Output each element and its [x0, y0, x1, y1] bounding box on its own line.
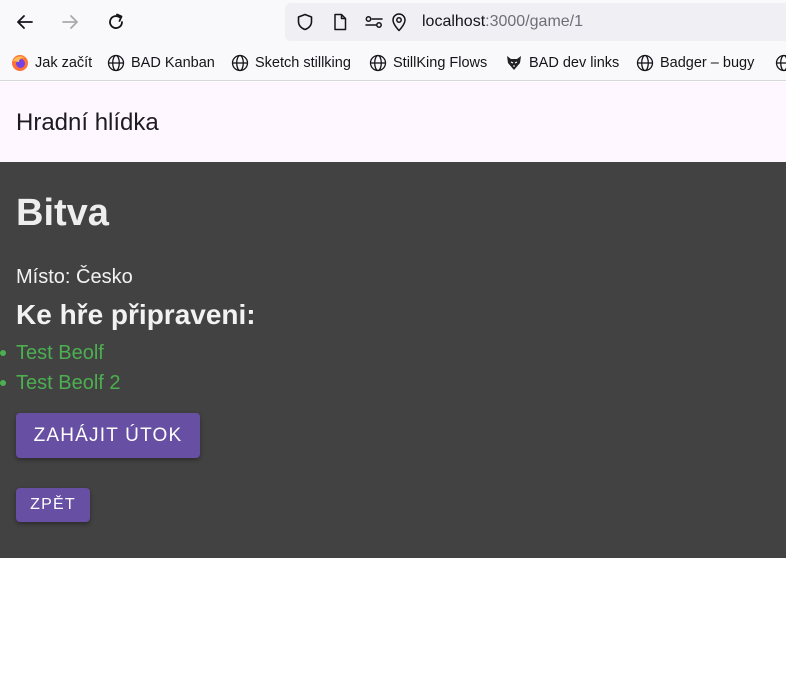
- bullet-icon: [0, 380, 6, 386]
- back-arrow-icon[interactable]: [10, 7, 40, 37]
- list-item: Test Beolf 2: [0, 370, 121, 400]
- back-button[interactable]: Zpět: [16, 488, 90, 522]
- bookmark-label: BAD Kanban: [131, 55, 215, 71]
- page-icon[interactable]: [330, 12, 350, 32]
- permissions-icon[interactable]: [364, 12, 384, 32]
- bookmark-stillking-flows[interactable]: StillKing Flows: [369, 53, 487, 73]
- bullet-icon: [0, 350, 6, 356]
- bookmark-label: Badger – bugy: [660, 55, 755, 71]
- location-pin-icon[interactable]: [389, 12, 409, 32]
- ready-players-list: Test Beolf Test Beolf 2: [0, 340, 121, 400]
- player-name: Test Beolf 2: [16, 372, 121, 394]
- bookmark-bad-kanban[interactable]: BAD Kanban: [107, 53, 215, 73]
- globe-icon: [775, 54, 786, 72]
- bookmark-badger-bugy[interactable]: Badger – bugy: [636, 53, 754, 73]
- bookmark-label: Sketch stillking: [255, 55, 351, 71]
- page-title: Bitva: [16, 192, 109, 234]
- globe-icon: [231, 54, 249, 72]
- bookmarks-bar: Jak začít BAD Kanban Sketch stillking St…: [0, 44, 786, 81]
- wolf-icon: [505, 54, 523, 72]
- url-bar[interactable]: localhost:3000/game/1: [285, 3, 786, 41]
- forward-arrow-icon[interactable]: [55, 7, 85, 37]
- shield-icon[interactable]: [295, 12, 315, 32]
- battle-location: Místo: Česko: [16, 266, 133, 288]
- globe-icon: [369, 54, 387, 72]
- app-header: Hradní hlídka: [0, 82, 786, 162]
- battle-panel: Bitva Místo: Česko Ke hře připraveni: Te…: [0, 162, 786, 558]
- list-item: Test Beolf: [0, 340, 121, 370]
- browser-toolbar: localhost:3000/game/1: [0, 0, 786, 44]
- bookmark-overflow[interactable]: [775, 53, 786, 73]
- ready-players-heading: Ke hře připraveni:: [16, 299, 256, 330]
- player-name: Test Beolf: [16, 342, 104, 364]
- bookmark-label: StillKing Flows: [393, 55, 488, 71]
- bookmark-label: BAD dev links: [529, 55, 620, 71]
- bookmark-label: Jak začít: [35, 55, 93, 71]
- globe-icon: [636, 54, 654, 72]
- url-text[interactable]: localhost:3000/game/1: [422, 12, 583, 32]
- firefox-icon: [11, 54, 29, 72]
- bookmark-sketch-stillking[interactable]: Sketch stillking: [231, 53, 351, 73]
- url-path: :3000/game/1: [485, 13, 584, 30]
- reload-icon[interactable]: [101, 7, 131, 37]
- globe-icon: [107, 54, 125, 72]
- app-title: Hradní hlídka: [16, 109, 159, 136]
- url-host: localhost: [422, 13, 486, 30]
- bookmark-jak-zacit[interactable]: Jak začít: [11, 53, 92, 73]
- start-attack-button[interactable]: Zahájit útok: [16, 413, 200, 458]
- bookmark-bad-dev-links[interactable]: BAD dev links: [505, 53, 619, 73]
